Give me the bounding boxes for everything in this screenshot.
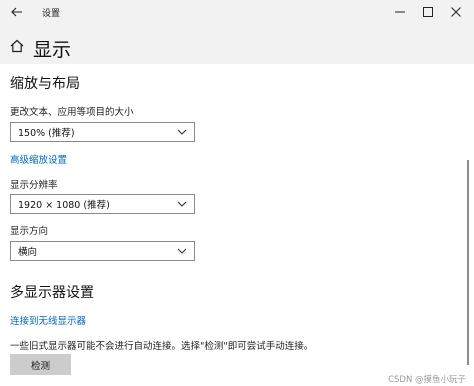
detect-description: 一些旧式显示器可能不会进行自动连接。选择"检测"即可尝试手动连接。 bbox=[10, 341, 314, 352]
chevron-down-icon bbox=[177, 248, 187, 254]
text-size-label: 更改文本、应用等项目的大小 bbox=[10, 107, 134, 118]
chevron-down-icon bbox=[177, 129, 187, 135]
scale-layout-heading: 缩放与布局 bbox=[10, 76, 80, 92]
minimize-icon bbox=[395, 11, 405, 13]
text-size-dropdown[interactable]: 150% (推荐) bbox=[10, 122, 195, 142]
title-bar: 设置 bbox=[0, 0, 474, 25]
resolution-value: 1920 × 1080 (推荐) bbox=[18, 200, 110, 211]
chevron-down-icon bbox=[177, 201, 187, 207]
back-button[interactable] bbox=[6, 2, 28, 22]
maximize-icon bbox=[423, 7, 433, 17]
close-button[interactable] bbox=[441, 2, 471, 22]
orientation-label: 显示方向 bbox=[10, 226, 49, 237]
minimize-button[interactable] bbox=[385, 2, 415, 22]
close-icon bbox=[451, 7, 461, 17]
text-size-value: 150% (推荐) bbox=[18, 128, 75, 139]
back-arrow-icon bbox=[11, 7, 22, 17]
orientation-dropdown[interactable]: 横向 bbox=[10, 241, 195, 261]
wireless-display-link[interactable]: 连接到无线显示器 bbox=[10, 313, 86, 327]
page-header: 显示 bbox=[0, 25, 474, 64]
page-title: 显示 bbox=[33, 39, 72, 61]
home-icon bbox=[10, 39, 24, 53]
maximize-button[interactable] bbox=[413, 2, 443, 22]
multi-display-heading: 多显示器设置 bbox=[10, 285, 94, 301]
scrollbar[interactable] bbox=[467, 160, 469, 365]
advanced-scaling-link[interactable]: 高级缩放设置 bbox=[10, 152, 67, 166]
app-title: 设置 bbox=[42, 9, 61, 19]
resolution-label: 显示分辨率 bbox=[10, 180, 58, 191]
detect-button[interactable]: 检测 bbox=[10, 354, 71, 375]
orientation-value: 横向 bbox=[18, 247, 38, 258]
watermark: CSDN @摸鱼小玩子 bbox=[388, 375, 466, 385]
resolution-dropdown[interactable]: 1920 × 1080 (推荐) bbox=[10, 194, 195, 214]
